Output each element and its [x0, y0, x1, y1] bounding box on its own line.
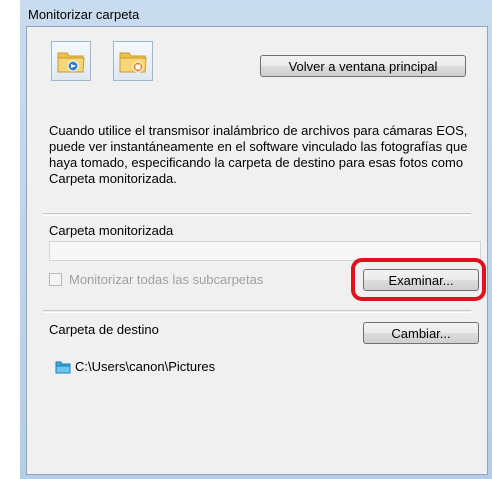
stop-monitor-button[interactable]	[113, 41, 153, 81]
folder-monitor-icon	[57, 52, 85, 73]
monitor-folder-button[interactable]	[51, 41, 91, 81]
folder-icon	[55, 360, 71, 379]
title-bar[interactable]: Monitorizar carpeta	[20, 0, 492, 26]
destination-folder-label: Carpeta de destino	[49, 322, 159, 337]
destination-path: C:\Users\canon\Pictures	[75, 359, 216, 374]
folder-stop-icon	[119, 52, 147, 73]
dialog-client-area: Volver a ventana principal Cuando utilic…	[26, 26, 488, 475]
separator	[43, 310, 471, 313]
back-to-main-button[interactable]: Volver a ventana principal	[260, 55, 466, 77]
change-button[interactable]: Cambiar...	[363, 322, 479, 344]
browse-highlight-outline	[351, 258, 486, 301]
dialog-window: Monitorizar carpeta Volver a ventana pri…	[20, 0, 492, 479]
separator	[43, 213, 471, 216]
subfolders-checkbox[interactable]	[49, 273, 62, 286]
subfolders-checkbox-label: Monitorizar todas las subcarpetas	[69, 272, 264, 287]
description-text: Cuando utilice el transmisor inalámbrico…	[49, 123, 468, 186]
monitored-folder-label: Carpeta monitorizada	[49, 223, 174, 238]
window-title: Monitorizar carpeta	[28, 7, 140, 22]
